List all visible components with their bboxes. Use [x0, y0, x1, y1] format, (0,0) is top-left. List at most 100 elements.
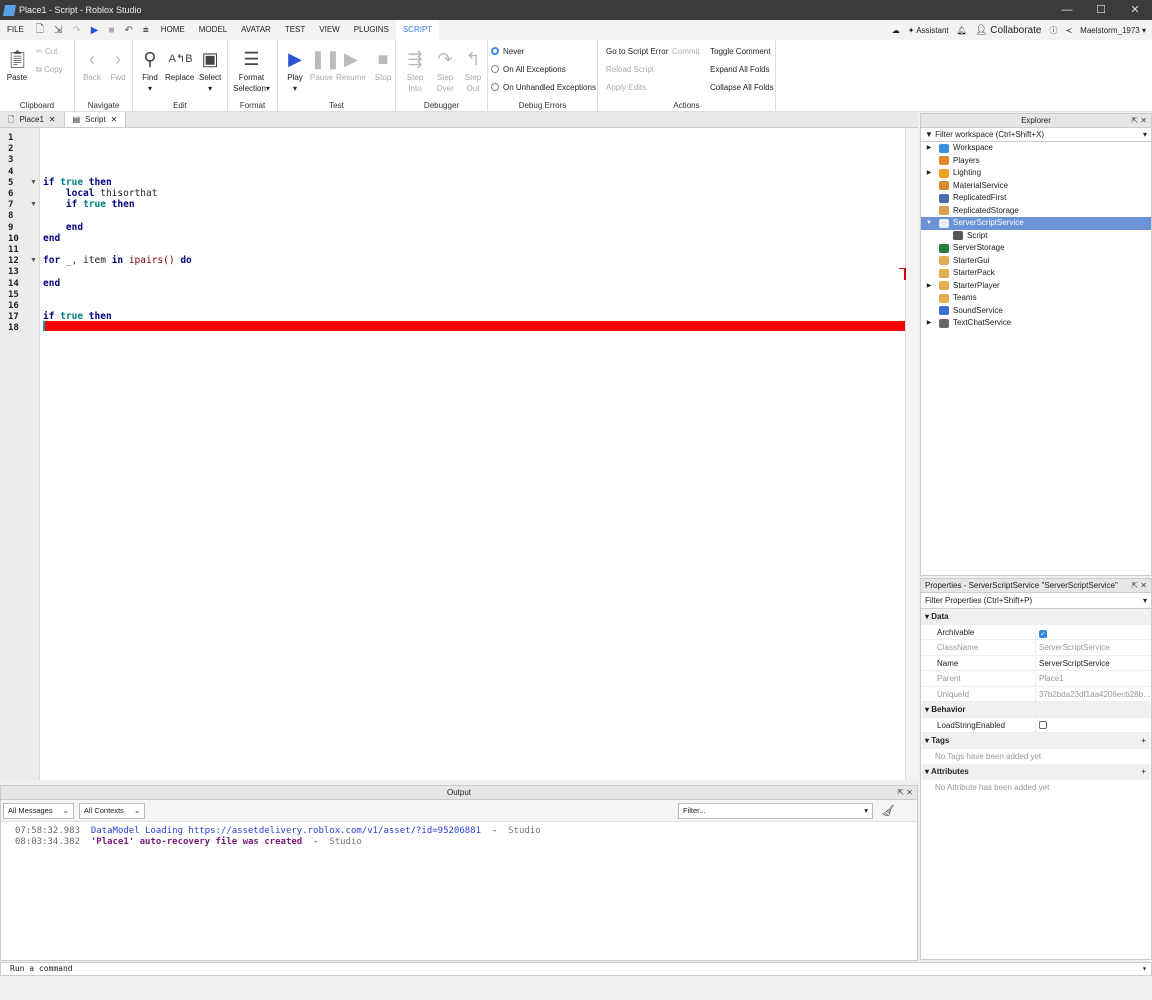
tab-plugins[interactable]: PLUGINS — [347, 20, 396, 40]
expand-arrow-icon[interactable]: ▶ — [924, 280, 934, 293]
close-window-button[interactable]: ✕ — [1118, 0, 1152, 20]
doc-tab-script[interactable]: ▤Script✕ — [65, 112, 127, 127]
explorer-item-starterplayer[interactable]: ▶StarterPlayer — [921, 280, 1151, 293]
fold-toggle-icon[interactable]: ▼ — [30, 257, 37, 264]
explorer-item-replicatedstorage[interactable]: ReplicatedStorage — [921, 205, 1151, 218]
add-attribute-icon[interactable]: + — [1141, 764, 1146, 780]
editor-scrollbar[interactable] — [905, 128, 918, 780]
redo-icon[interactable]: ↷ — [67, 25, 85, 36]
code-line[interactable]: end — [43, 233, 60, 244]
code-line[interactable]: if true then — [43, 199, 135, 210]
menu-file[interactable]: FILE — [0, 20, 31, 40]
dropdown-icon[interactable]: ▾ — [1143, 128, 1147, 142]
help-icon[interactable]: ⓘ — [1049, 25, 1057, 36]
contexts-filter-dropdown[interactable]: All Contexts⌄ — [79, 803, 145, 819]
expand-arrow-icon[interactable]: ▼ — [924, 217, 934, 230]
explorer-item-startergui[interactable]: StarterGui — [921, 255, 1151, 268]
stop-button[interactable]: ■Stop — [372, 48, 394, 83]
step-over-button[interactable]: ↷StepOver — [434, 48, 456, 94]
maximize-button[interactable]: ☐ — [1084, 0, 1118, 20]
clear-output-broom-icon[interactable]: 🧹︎ — [881, 804, 895, 817]
fold-toggle-icon[interactable]: ▼ — [30, 201, 37, 208]
assistant-button[interactable]: ✦ Assistant — [908, 26, 949, 35]
panel-controls-icon[interactable]: ⇱ ✕ — [897, 786, 913, 800]
toggle-comment-button[interactable]: Toggle Comment — [710, 47, 770, 56]
doc-tab-place1[interactable]: 🗋Place1✕ — [0, 112, 65, 127]
paste-button[interactable]: 📋︎Paste — [6, 48, 28, 83]
add-tag-icon[interactable]: + — [1141, 733, 1146, 749]
explorer-item-starterpack[interactable]: StarterPack — [921, 267, 1151, 280]
undo-icon[interactable]: ↶ — [119, 25, 137, 36]
radio-unhandled-exceptions[interactable]: On Unhandled Exceptions — [491, 83, 596, 92]
code-line[interactable]: if true then — [43, 177, 112, 188]
minimize-button[interactable]: — — [1050, 0, 1084, 20]
user-menu[interactable]: Maelstorm_1973 ▾ — [1080, 26, 1146, 35]
close-tab-icon[interactable]: ✕ — [111, 112, 118, 127]
pause-button[interactable]: ❚❚Pause — [310, 48, 333, 83]
explorer-item-teams[interactable]: Teams — [921, 292, 1151, 305]
explorer-item-workspace[interactable]: ▶Workspace — [921, 142, 1151, 155]
property-value[interactable]: ServerScriptService — [1036, 656, 1110, 671]
explorer-item-players[interactable]: Players — [921, 155, 1151, 168]
play-quick-icon[interactable]: ▶ — [86, 25, 104, 36]
find-button[interactable]: ⚲Find▾ — [139, 48, 161, 94]
notification-bell-icon[interactable]: 🔔︎ — [957, 26, 967, 35]
collaborate-button[interactable]: 👤︎ Collaborate — [975, 25, 1042, 36]
forward-button[interactable]: ›Fwd — [107, 48, 129, 83]
cloud-icon[interactable]: ☁ — [892, 26, 900, 35]
expand-arrow-icon[interactable]: ▶ — [924, 142, 934, 155]
code-line[interactable]: local thisorthat — [43, 188, 157, 199]
dropdown-icon[interactable]: ▾ — [1143, 593, 1147, 609]
apply-edits-button[interactable]: Apply Edits — [606, 83, 646, 92]
tab-model[interactable]: MODEL — [192, 20, 234, 40]
replace-button[interactable]: A↰BReplace — [165, 48, 194, 83]
tab-home[interactable]: HOME — [154, 20, 192, 40]
panel-controls-icon[interactable]: ⇱ ✕ — [1131, 114, 1147, 128]
explorer-item-lighting[interactable]: ▶Lighting — [921, 167, 1151, 180]
select-button[interactable]: ▣Select▾ — [199, 48, 221, 94]
close-tab-icon[interactable]: ✕ — [49, 112, 56, 127]
code-line[interactable]: for _, item in ipairs() do — [43, 255, 192, 266]
section-behavior[interactable]: ▾ Behavior — [921, 702, 1151, 718]
tab-view[interactable]: VIEW — [312, 20, 346, 40]
radio-never[interactable]: Never — [491, 47, 524, 56]
code-line[interactable]: if true then — [43, 311, 112, 322]
play-button[interactable]: ▶Play▾ — [284, 48, 306, 94]
output-filter-input[interactable]: Filter...▾ — [678, 803, 873, 819]
loadstring-checkbox[interactable] — [1039, 721, 1047, 729]
command-bar-input[interactable]: Run a command▾ — [0, 962, 1152, 976]
tab-script[interactable]: SCRIPT — [396, 20, 439, 40]
collapse-all-folds-button[interactable]: Collapse All Folds — [710, 83, 774, 92]
section-attributes[interactable]: ▾ Attributes+ — [921, 764, 1151, 780]
explorer-item-serverstorage[interactable]: ServerStorage — [921, 242, 1151, 255]
code-line[interactable]: end — [43, 222, 83, 233]
explorer-item-serverscriptservice[interactable]: ▼ServerScriptService — [921, 217, 1151, 230]
reload-script-button[interactable]: Reload Script — [606, 65, 654, 74]
messages-filter-dropdown[interactable]: All Messages⌄ — [3, 803, 74, 819]
go-to-script-error-button[interactable]: Go to Script Error — [606, 47, 668, 56]
copy-button[interactable]: ⧉ Copy — [36, 65, 63, 75]
explorer-item-script[interactable]: Script — [921, 230, 1151, 243]
section-tags[interactable]: ▾ Tags+ — [921, 733, 1151, 749]
new-file-icon[interactable]: 🗋 — [31, 22, 49, 39]
share-icon[interactable]: ≺ — [1065, 26, 1072, 35]
explorer-filter-input[interactable]: ▼ Filter workspace (Ctrl+Shift+X)▾ — [921, 128, 1151, 142]
format-selection-button[interactable]: ☰FormatSelection▾ — [233, 48, 270, 94]
explorer-item-soundservice[interactable]: SoundService — [921, 305, 1151, 318]
section-data[interactable]: ▾ Data — [921, 609, 1151, 625]
dropdown-icon[interactable]: ▾ — [1142, 963, 1147, 975]
fold-toggle-icon[interactable]: ▼ — [30, 179, 37, 186]
expand-arrow-icon[interactable]: ▶ — [924, 167, 934, 180]
panel-controls-icon[interactable]: ⇱ ✕ — [1131, 579, 1147, 593]
step-out-button[interactable]: ↰StepOut — [462, 48, 484, 94]
tab-test[interactable]: TEST — [278, 20, 312, 40]
script-editor[interactable]: 12345▼67▼89101112▼131415161718 if true t… — [0, 128, 918, 780]
tab-avatar[interactable]: AVATAR — [234, 20, 278, 40]
step-into-button[interactable]: ⇶StepInto — [404, 48, 426, 94]
expand-arrow-icon[interactable]: ▶ — [924, 317, 934, 330]
customize-icon[interactable]: ⩧ — [138, 25, 154, 36]
radio-all-exceptions[interactable]: On All Exceptions — [491, 65, 566, 74]
publish-icon[interactable]: ⇲ — [49, 25, 67, 36]
expand-all-folds-button[interactable]: Expand All Folds — [710, 65, 770, 74]
explorer-item-replicatedfirst[interactable]: ReplicatedFirst — [921, 192, 1151, 205]
